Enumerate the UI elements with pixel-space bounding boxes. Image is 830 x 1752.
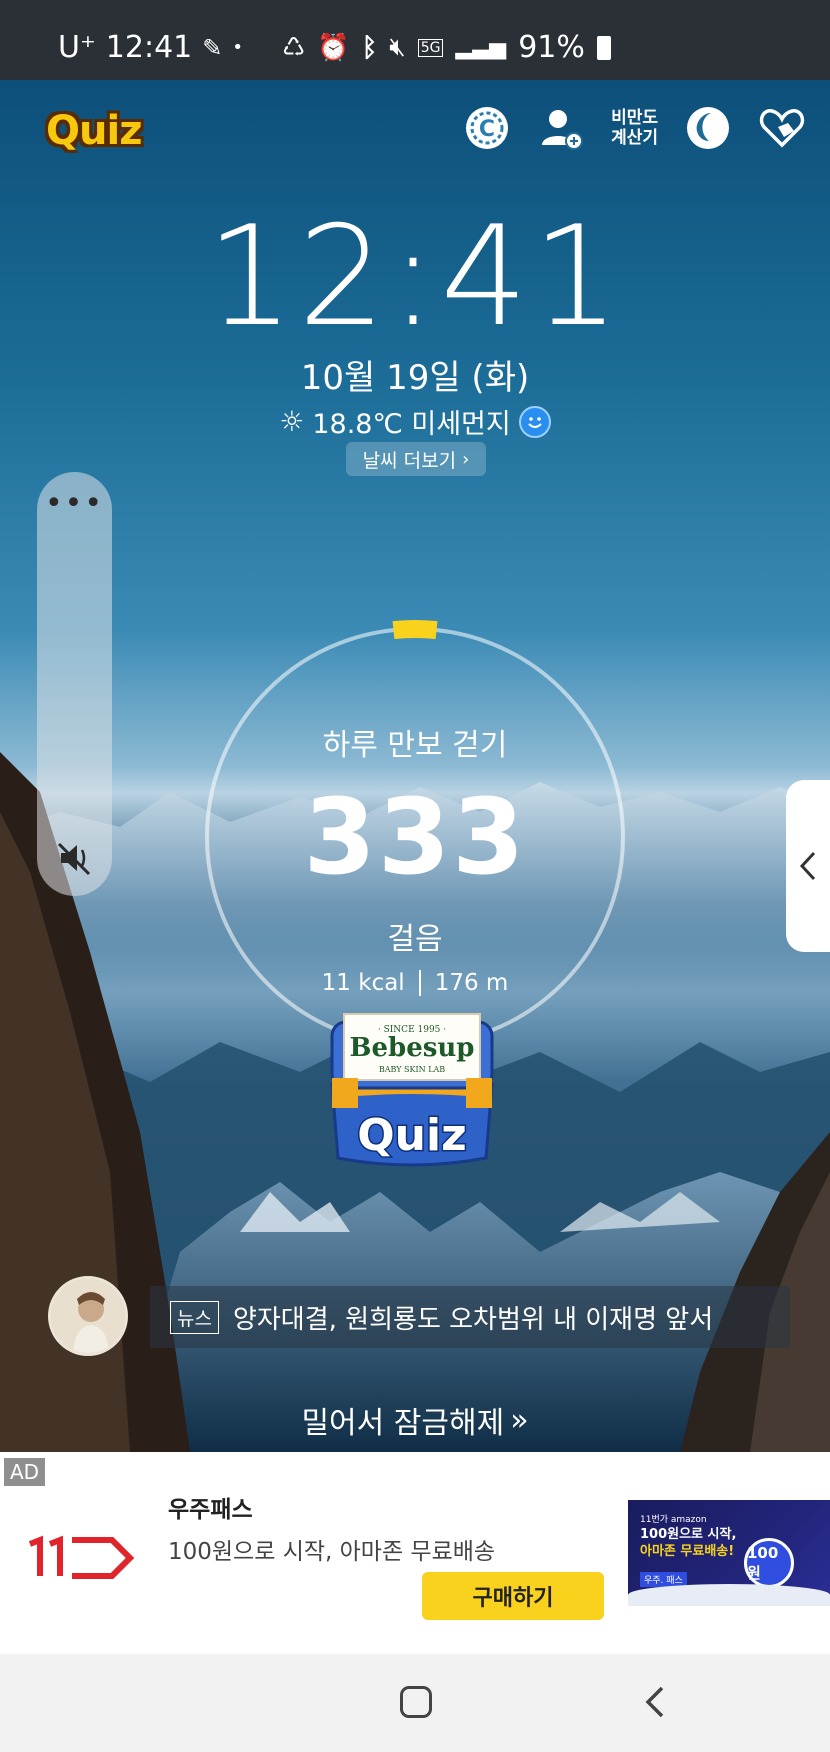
add-user-icon[interactable] xyxy=(537,104,585,152)
ad-image-ground xyxy=(628,1584,830,1606)
buy-button[interactable]: 구매하기 xyxy=(422,1572,604,1620)
step-stats: 11 kcal 176 m xyxy=(0,970,830,996)
step-progress-arc xyxy=(392,620,438,640)
ad-banner[interactable]: AD 우주패스 100원으로 시작, 아마존 무료배송 구매하기 11번가 am… xyxy=(0,1452,830,1654)
moon-icon[interactable] xyxy=(684,104,732,152)
dot-icon: • xyxy=(232,37,243,58)
stats-divider xyxy=(418,970,421,996)
chest-brand: Bebesup xyxy=(350,1033,475,1063)
ad-description: 100원으로 시작, 아마존 무료배송 xyxy=(168,1539,496,1565)
alarm-icon: ⏰ xyxy=(317,32,350,63)
bmi-line2: 계산기 xyxy=(611,128,658,148)
ad-title: 우주패스 xyxy=(168,1497,253,1523)
chest-sub: BABY SKIN LAB xyxy=(379,1065,445,1074)
ad-image-brand: 11번가 amazon xyxy=(640,1515,707,1525)
lockscreen-date: 10월 19일 (화) xyxy=(300,358,530,398)
ad-image-line2: 아마존 무료배송! xyxy=(640,1544,735,1559)
navigation-bar xyxy=(0,1654,830,1752)
weather-more-button[interactable]: 날씨 더보기 › xyxy=(346,442,486,476)
more-dots-icon[interactable]: ••• xyxy=(37,489,112,519)
ad-image[interactable]: 11번가 amazon 100원으로 시작, 아마존 무료배송! 우주. 패스 … xyxy=(628,1500,830,1606)
news-avatar[interactable] xyxy=(48,1276,128,1356)
battery-percent: 91% xyxy=(518,30,585,65)
unlock-label: 밀어서 잠금해제 xyxy=(301,1406,505,1441)
home-button-icon[interactable] xyxy=(400,1686,432,1718)
sun-icon: ☼ xyxy=(279,405,305,438)
bmi-calculator-button[interactable]: 비만도 계산기 xyxy=(611,108,658,148)
lockscreen-clock: 12:41 xyxy=(206,196,624,357)
bmi-line1: 비만도 xyxy=(611,108,658,128)
ad-image-line1: 100원으로 시작, xyxy=(640,1527,737,1542)
smile-icon xyxy=(518,405,551,438)
ad-image-coin: 100원 xyxy=(744,1538,794,1588)
weather-text: 18.8℃ 미세먼지 xyxy=(312,409,511,440)
steps-title: 하루 만보 걷기 xyxy=(322,728,508,763)
quiz-logo[interactable]: Quiz xyxy=(46,108,142,154)
pen-icon: ✎ xyxy=(202,33,223,62)
chest-quiz-text: Quiz xyxy=(357,1110,466,1161)
status-bar: U⁺ 12:41 ✎ • ♺ ⏰ ᛒ 🔇︎ 5G ▂▃▅ 91% xyxy=(0,0,830,80)
news-headline[interactable]: 양자대결, 원희룡도 오차범위 내 이재명 앞서 xyxy=(233,1299,713,1336)
treasure-chest-quiz-button[interactable]: · SINCE 1995 · Bebesup BABY SKIN LAB Qui… xyxy=(326,1012,498,1172)
double-chevron-right-icon: » xyxy=(510,1402,529,1438)
weather-row: ☼ 18.8℃ 미세먼지 xyxy=(0,402,830,441)
network-label: 5G xyxy=(417,38,444,57)
weather-more-label: 날씨 더보기 xyxy=(362,449,457,472)
status-time: 12:41 xyxy=(105,30,193,65)
battery-icon xyxy=(596,35,611,60)
status-left: U⁺ 12:41 ✎ • xyxy=(58,30,243,65)
recycle-icon: ♺ xyxy=(282,32,306,63)
carrier-label: U⁺ xyxy=(58,30,96,65)
news-tag: 뉴스 xyxy=(170,1300,219,1334)
distance-value: 176 m xyxy=(434,970,509,996)
kcal-value: 11 kcal xyxy=(321,970,405,996)
bluetooth-icon: ᛒ xyxy=(361,32,378,63)
svg-text:C: C xyxy=(479,117,495,142)
11st-logo xyxy=(28,1535,135,1579)
top-icon-bar: C 비만도 계산기 xyxy=(463,104,806,152)
heart-hand-icon[interactable] xyxy=(758,104,806,152)
mute-status-icon: 🔇︎ xyxy=(389,32,406,62)
status-icons: ♺ ⏰ ᛒ 🔇︎ 5G ▂▃▅ 91% xyxy=(282,30,611,65)
chevron-right-icon: › xyxy=(462,448,470,470)
signal-icon: ▂▃▅ xyxy=(455,35,507,60)
ad-label: AD xyxy=(4,1458,46,1486)
coin-icon[interactable]: C xyxy=(463,104,511,152)
news-ticker[interactable]: 뉴스 양자대결, 원희룡도 오차범위 내 이재명 앞서 xyxy=(150,1286,790,1348)
ad-image-text: 100원으로 시작, 아마존 무료배송! xyxy=(640,1526,736,1560)
step-count: 333 xyxy=(303,776,527,898)
swipe-unlock[interactable]: 밀어서 잠금해제 » xyxy=(0,1398,830,1442)
step-unit: 걸음 xyxy=(387,922,443,957)
back-button-icon[interactable] xyxy=(636,1682,676,1722)
